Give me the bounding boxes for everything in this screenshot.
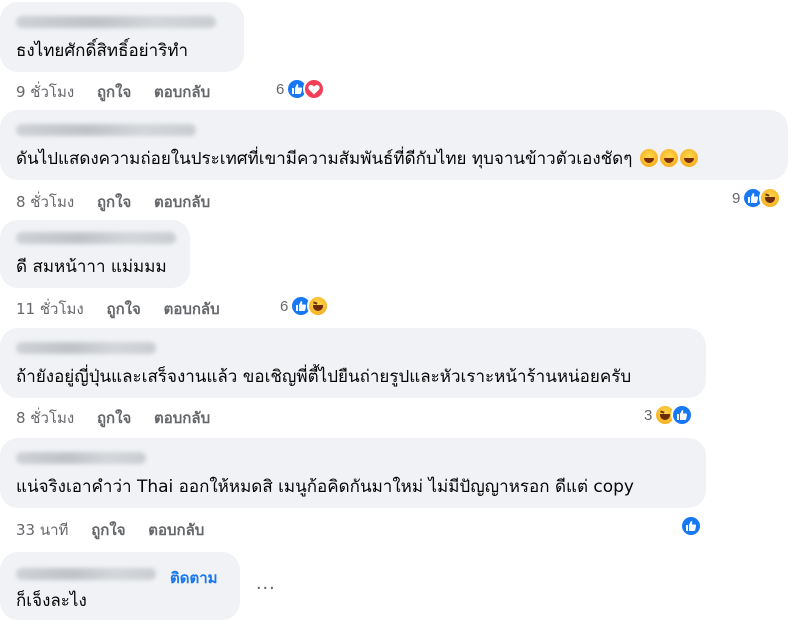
- commenter-name[interactable]: [16, 232, 176, 244]
- laughing-emoji-icon: [639, 149, 658, 167]
- comment-bubble: ดี สมหน้าาา แม่มมม: [0, 220, 190, 288]
- reply-button[interactable]: ตอบกลับ: [148, 521, 204, 539]
- reaction-count: 3: [644, 406, 653, 424]
- commenter-name[interactable]: [16, 16, 216, 28]
- reaction-summary[interactable]: 6: [276, 77, 326, 101]
- laughing-emoji-icon: [659, 149, 678, 167]
- comment-text: ดี สมหน้าาา แม่มมม: [16, 257, 167, 277]
- reply-button[interactable]: ตอบกลับ: [154, 83, 210, 101]
- like-icon: [671, 404, 694, 426]
- haha-icon: [307, 295, 330, 317]
- comment-actions: 8 ชั่วโมง ถูกใจ ตอบกลับ: [16, 190, 228, 214]
- reply-button[interactable]: ตอบกลับ: [154, 409, 210, 427]
- comment-actions: 9 ชั่วโมง ถูกใจ ตอบกลับ: [16, 80, 228, 104]
- like-button[interactable]: ถูกใจ: [97, 409, 131, 427]
- commenter-name[interactable]: [16, 452, 146, 464]
- comment-time[interactable]: 33 นาที: [16, 521, 68, 539]
- comment-text: แน่จริงเอาคำว่า Thai ออกให้หมดสิ เมนูก้อ…: [16, 477, 634, 497]
- comment-time[interactable]: 9 ชั่วโมง: [16, 83, 74, 101]
- comment-actions: 11 ชั่วโมง ถูกใจ ตอบกลับ: [16, 297, 238, 321]
- comment-bubble: ติดตาม ก็เจ็งละไง: [0, 552, 240, 620]
- haha-icon: [759, 187, 782, 209]
- like-button[interactable]: ถูกใจ: [97, 193, 131, 211]
- comment-bubble: ถ้ายังอยู่ญี่ปุ่นและเสร็จงานแล้ว ขอเชิญพ…: [0, 328, 706, 398]
- reaction-summary[interactable]: [678, 514, 702, 538]
- comment-text: ถ้ายังอยู่ญี่ปุ่นและเสร็จงานแล้ว ขอเชิญพ…: [16, 367, 632, 387]
- comment-bubble: ดันไปแสดงความถ่อยในประเทศที่เขามีความสัม…: [0, 110, 788, 180]
- comment-text: ธงไทยศักดิ์สิทธิ์อย่าริทำ: [16, 41, 189, 61]
- reaction-count: 6: [276, 80, 285, 98]
- more-options-button[interactable]: ...: [256, 572, 276, 595]
- comment-actions: 33 นาที ถูกใจ ตอบกลับ: [16, 518, 222, 542]
- reaction-summary[interactable]: 3: [644, 403, 694, 427]
- love-icon: [303, 78, 326, 100]
- reaction-summary[interactable]: 9: [732, 186, 782, 210]
- reaction-count: 6: [280, 297, 289, 315]
- comment-time[interactable]: 8 ชั่วโมง: [16, 409, 74, 427]
- commenter-name[interactable]: [16, 124, 196, 136]
- reaction-summary[interactable]: 6: [280, 294, 330, 318]
- follow-button[interactable]: ติดตาม: [170, 566, 218, 590]
- commenter-name[interactable]: [16, 342, 156, 354]
- like-icon: [680, 515, 702, 537]
- comment-time[interactable]: 11 ชั่วโมง: [16, 300, 84, 318]
- comment-text: ดันไปแสดงความถ่อยในประเทศที่เขามีความสัม…: [16, 148, 698, 170]
- commenter-name[interactable]: [16, 568, 156, 580]
- reply-button[interactable]: ตอบกลับ: [154, 193, 210, 211]
- laughing-emoji-icon: [679, 149, 698, 167]
- reaction-count: 9: [732, 189, 741, 207]
- comment-text: ก็เจ็งละไง: [16, 591, 87, 611]
- like-button[interactable]: ถูกใจ: [91, 521, 125, 539]
- comment-actions: 8 ชั่วโมง ถูกใจ ตอบกลับ: [16, 406, 228, 430]
- like-button[interactable]: ถูกใจ: [107, 300, 141, 318]
- reply-button[interactable]: ตอบกลับ: [164, 300, 220, 318]
- comment-time[interactable]: 8 ชั่วโมง: [16, 193, 74, 211]
- comment-bubble: ธงไทยศักดิ์สิทธิ์อย่าริทำ: [0, 2, 244, 72]
- like-button[interactable]: ถูกใจ: [97, 83, 131, 101]
- comment-text-content: ดันไปแสดงความถ่อยในประเทศที่เขามีความสัม…: [16, 149, 633, 169]
- comment-bubble: แน่จริงเอาคำว่า Thai ออกให้หมดสิ เมนูก้อ…: [0, 438, 706, 508]
